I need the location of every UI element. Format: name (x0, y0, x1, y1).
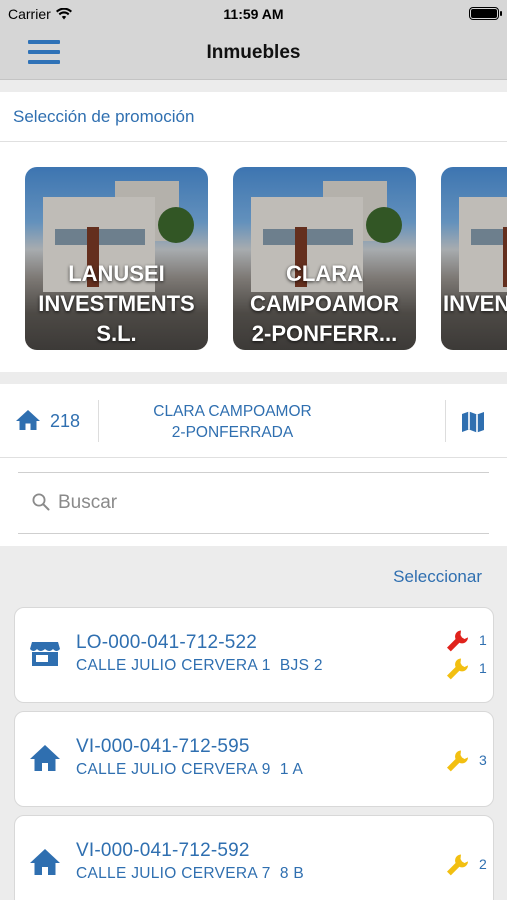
promotion-carousel[interactable]: LANUSEI INVESTMENTS S.L. CLARA CAMPOAMOR… (0, 142, 507, 372)
property-code: VI-000-041-712-595 (76, 736, 250, 757)
incident-badge: 3 (445, 748, 487, 774)
incident-count: 2 (479, 856, 487, 872)
incident-badge: 1 (445, 628, 487, 654)
property-code: LO-000-041-712-522 (76, 632, 258, 653)
property-code: VI-000-041-712-592 (76, 840, 250, 861)
incident-count: 1 (479, 632, 487, 648)
divider (98, 400, 99, 442)
wrench-yellow-icon (447, 658, 468, 680)
search-icon (32, 493, 50, 511)
promotion-summary: 218 CLARA CAMPOAMOR 2-PONFERRADA (0, 384, 507, 458)
battery-icon (469, 7, 502, 20)
promotion-card[interactable]: INVEN (441, 167, 507, 350)
list-item[interactable]: LO-000-041-712-522 CALLE JULIO CERVERA 1… (14, 607, 494, 703)
list-item[interactable]: VI-000-041-712-592 CALLE JULIO CERVERA 7… (14, 815, 494, 900)
search-section (0, 458, 507, 546)
divider (18, 472, 489, 473)
search-input[interactable] (58, 488, 478, 518)
property-address: CALLE JULIO CERVERA 7 8 B (76, 865, 305, 882)
promotion-card-name: LANUSEI INVESTMENTS S.L. (38, 261, 195, 346)
wrench-yellow-icon (447, 750, 468, 772)
promotion-card-name: CLARA CAMPOAMOR 2-PONFERR... (249, 261, 400, 346)
home-icon (30, 745, 60, 771)
incident-badge: 1 (445, 656, 487, 682)
page-title: Inmuebles (206, 42, 301, 63)
divider (18, 533, 489, 534)
incident-badge: 2 (445, 852, 487, 878)
wrench-red-icon (447, 630, 468, 652)
selected-promotion-name: CLARA CAMPOAMOR 2-PONFERRADA (153, 403, 312, 441)
wrench-yellow-icon (447, 854, 468, 876)
property-address: CALLE JULIO CERVERA 1 BJS 2 (76, 657, 323, 674)
home-icon (16, 410, 40, 430)
navigation-bar: Inmuebles (0, 28, 507, 80)
select-button[interactable]: Seleccionar (393, 567, 482, 587)
promotion-card[interactable]: LANUSEI INVESTMENTS S.L. (25, 167, 208, 350)
status-bar: Carrier 11:59 AM (0, 0, 507, 28)
incident-count: 3 (479, 752, 487, 768)
divider (445, 400, 446, 442)
promotion-selector-label: Selección de promoción (13, 107, 195, 126)
promotion-card[interactable]: CLARA CAMPOAMOR 2-PONFERR... (233, 167, 416, 350)
incident-count: 1 (479, 660, 487, 676)
status-time: 11:59 AM (223, 6, 284, 22)
home-icon (30, 849, 60, 875)
promotion-selector-header: Selección de promoción (0, 92, 507, 142)
property-address: CALLE JULIO CERVERA 9 1 A (76, 761, 304, 778)
promotion-card-name: INVEN (443, 291, 507, 316)
store-icon (30, 642, 60, 666)
list-item[interactable]: VI-000-041-712-595 CALLE JULIO CERVERA 9… (14, 711, 494, 807)
property-count: 218 (50, 411, 81, 431)
map-icon[interactable] (461, 410, 485, 434)
